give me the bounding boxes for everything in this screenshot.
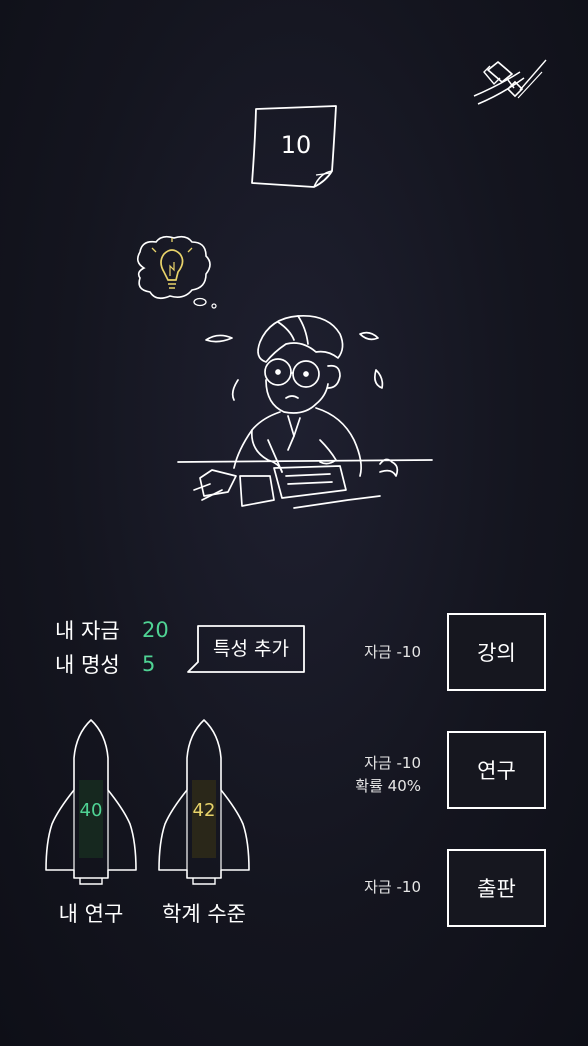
professor-illustration bbox=[170, 300, 440, 522]
research-cost: 자금 -10 확률 40% bbox=[355, 752, 421, 798]
funds-label: 내 자금 bbox=[55, 619, 120, 643]
lecture-cost-text: 자금 -10 bbox=[364, 643, 421, 661]
publish-button[interactable]: 출판 bbox=[447, 849, 546, 927]
fame-label: 내 명성 bbox=[55, 653, 120, 677]
my-research-label: 내 연구 bbox=[58, 902, 124, 926]
funds-value: 20 bbox=[142, 618, 169, 642]
idea-thought-bubble bbox=[130, 232, 220, 310]
lecture-button[interactable]: 강의 bbox=[447, 613, 546, 691]
fame-stat: 내 명성 5 bbox=[55, 649, 155, 679]
turn-counter-value: 10 bbox=[280, 131, 312, 159]
academia-level-label: 학계 수준 bbox=[162, 902, 246, 926]
publish-cost: 자금 -10 bbox=[364, 876, 421, 899]
lightbulb-icon bbox=[136, 235, 217, 309]
lecture-cost: 자금 -10 bbox=[364, 641, 421, 664]
research-probability: 확률 40% bbox=[355, 777, 421, 795]
hammer-wrench-icon bbox=[473, 59, 547, 105]
funds-stat: 내 자금 20 bbox=[55, 615, 169, 645]
research-cost-text: 자금 -10 bbox=[364, 754, 421, 772]
add-trait-button[interactable]: 특성 추가 bbox=[186, 624, 306, 678]
settings-button[interactable] bbox=[468, 52, 550, 118]
research-button[interactable]: 연구 bbox=[447, 731, 546, 809]
academia-level-rocket: 42 bbox=[157, 718, 251, 888]
add-trait-label: 특성 추가 bbox=[213, 638, 289, 660]
fame-value: 5 bbox=[142, 652, 156, 676]
my-research-rocket: 40 bbox=[44, 718, 138, 888]
turn-counter-note: 10 bbox=[246, 103, 344, 191]
publish-cost-text: 자금 -10 bbox=[364, 878, 421, 896]
academia-level-value: 42 bbox=[192, 800, 216, 821]
my-research-value: 40 bbox=[79, 800, 103, 821]
